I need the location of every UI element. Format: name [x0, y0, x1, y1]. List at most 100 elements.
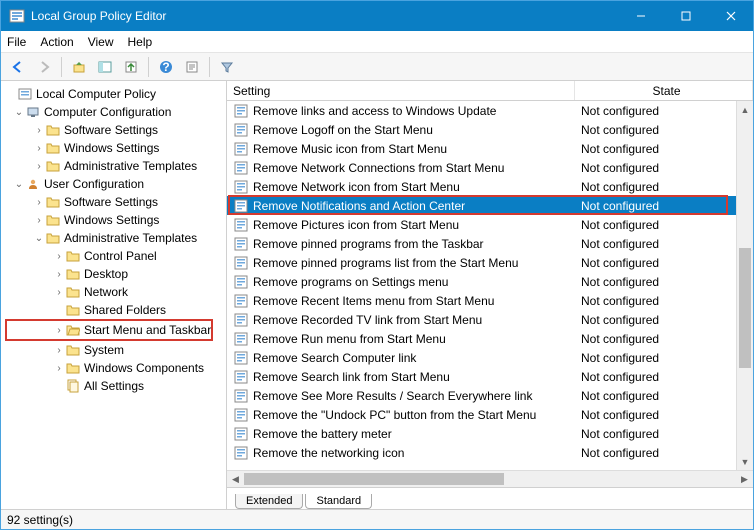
- tree-desktop[interactable]: › Desktop: [5, 265, 226, 283]
- setting-name: Remove Notifications and Action Center: [253, 199, 575, 213]
- list-row[interactable]: Remove See More Results / Search Everywh…: [227, 386, 753, 405]
- tree-software-settings[interactable]: › Software Settings: [5, 121, 226, 139]
- horizontal-scrollbar[interactable]: ◀ ▶: [227, 470, 753, 487]
- tree-twisty[interactable]: ›: [53, 363, 65, 374]
- tree-twisty[interactable]: ⌄: [13, 107, 25, 118]
- tree-twisty[interactable]: ›: [53, 345, 65, 356]
- tree-windows-settings[interactable]: › Windows Settings: [5, 211, 226, 229]
- list-row[interactable]: Remove Network Connections from Start Me…: [227, 158, 753, 177]
- list-row[interactable]: Remove pinned programs from the TaskbarN…: [227, 234, 753, 253]
- filter-button[interactable]: [216, 56, 238, 78]
- toolbar-separator: [148, 57, 149, 77]
- scroll-thumb[interactable]: [739, 248, 751, 368]
- tree-twisty[interactable]: ›: [33, 161, 45, 172]
- tree-admin-templates[interactable]: ⌄ Administrative Templates: [5, 229, 226, 247]
- list-row[interactable]: Remove the battery meterNot configured: [227, 424, 753, 443]
- menu-view[interactable]: View: [88, 35, 114, 49]
- column-state[interactable]: State: [575, 81, 753, 100]
- scroll-track[interactable]: [737, 118, 753, 453]
- scroll-right-arrow[interactable]: ▶: [736, 471, 753, 487]
- scroll-track[interactable]: [244, 471, 736, 487]
- list-row[interactable]: Remove Recorded TV link from Start MenuN…: [227, 310, 753, 329]
- setting-icon: [233, 160, 249, 176]
- setting-state: Not configured: [575, 370, 753, 384]
- scroll-thumb[interactable]: [244, 473, 504, 485]
- tree-twisty[interactable]: ›: [53, 269, 65, 280]
- vertical-scrollbar[interactable]: ▲ ▼: [736, 101, 753, 470]
- tree-root[interactable]: Local Computer Policy: [5, 85, 226, 103]
- tree-comp-config[interactable]: ⌄ Computer Configuration: [5, 103, 226, 121]
- tree-twisty[interactable]: ›: [33, 143, 45, 154]
- tree-twisty[interactable]: ⌄: [13, 179, 25, 190]
- scroll-down-arrow[interactable]: ▼: [737, 453, 753, 470]
- setting-icon: [233, 407, 249, 423]
- tab-standard[interactable]: Standard: [305, 494, 372, 509]
- help-button[interactable]: ?: [155, 56, 177, 78]
- list-row[interactable]: Remove Music icon from Start MenuNot con…: [227, 139, 753, 158]
- column-setting[interactable]: Setting: [227, 81, 575, 100]
- back-button[interactable]: [7, 56, 29, 78]
- list-row[interactable]: Remove the "Undock PC" button from the S…: [227, 405, 753, 424]
- tree-twisty[interactable]: ›: [33, 125, 45, 136]
- tree-shared-folders[interactable]: Shared Folders: [5, 301, 226, 319]
- setting-state: Not configured: [575, 446, 753, 460]
- list-row[interactable]: Remove Search link from Start MenuNot co…: [227, 367, 753, 386]
- tree-twisty[interactable]: ›: [33, 197, 45, 208]
- folder-icon: [65, 342, 81, 358]
- setting-name: Remove the battery meter: [253, 427, 575, 441]
- tree-network[interactable]: › Network: [5, 283, 226, 301]
- setting-name: Remove Logoff on the Start Menu: [253, 123, 575, 137]
- tree-label: Local Computer Policy: [36, 87, 156, 101]
- scroll-left-arrow[interactable]: ◀: [227, 471, 244, 487]
- list-row[interactable]: Remove Recent Items menu from Start Menu…: [227, 291, 753, 310]
- tree-label: Administrative Templates: [64, 231, 197, 245]
- tree-twisty[interactable]: ›: [53, 287, 65, 298]
- tree-twisty[interactable]: ›: [33, 215, 45, 226]
- tree-start-menu-taskbar[interactable]: › Start Menu and Taskbar: [7, 321, 211, 339]
- menu-help[interactable]: Help: [128, 35, 153, 49]
- maximize-button[interactable]: [663, 1, 708, 31]
- list-row[interactable]: Remove the networking iconNot configured: [227, 443, 753, 462]
- setting-state: Not configured: [575, 389, 753, 403]
- tree-control-panel[interactable]: › Control Panel: [5, 247, 226, 265]
- tree-software-settings[interactable]: › Software Settings: [5, 193, 226, 211]
- tab-extended[interactable]: Extended: [235, 494, 303, 509]
- tree-windows-settings[interactable]: › Windows Settings: [5, 139, 226, 157]
- titlebar: Local Group Policy Editor: [1, 1, 753, 31]
- list-row[interactable]: Remove pinned programs list from the Sta…: [227, 253, 753, 272]
- app-icon: [9, 8, 25, 24]
- menu-action[interactable]: Action: [40, 35, 73, 49]
- toolbar: ?: [1, 53, 753, 81]
- folder-icon: [45, 212, 61, 228]
- up-button[interactable]: [68, 56, 90, 78]
- list-row[interactable]: Remove links and access to Windows Updat…: [227, 101, 753, 120]
- scroll-up-arrow[interactable]: ▲: [737, 101, 753, 118]
- menu-file[interactable]: File: [7, 35, 26, 49]
- tree-admin-templates[interactable]: › Administrative Templates: [5, 157, 226, 175]
- tree-twisty[interactable]: ›: [53, 251, 65, 262]
- list-row[interactable]: Remove Logoff on the Start MenuNot confi…: [227, 120, 753, 139]
- tree-twisty[interactable]: ⌄: [33, 233, 45, 244]
- forward-button[interactable]: [33, 56, 55, 78]
- export-list-button[interactable]: [120, 56, 142, 78]
- list-row[interactable]: Remove programs on Settings menuNot conf…: [227, 272, 753, 291]
- minimize-button[interactable]: [618, 1, 663, 31]
- tree-all-settings[interactable]: All Settings: [5, 377, 226, 395]
- list-row[interactable]: Remove Notifications and Action CenterNo…: [227, 196, 753, 215]
- tree-user-config[interactable]: ⌄ User Configuration: [5, 175, 226, 193]
- list-row[interactable]: Remove Search Computer linkNot configure…: [227, 348, 753, 367]
- list-row[interactable]: Remove Network icon from Start MenuNot c…: [227, 177, 753, 196]
- properties-button[interactable]: [181, 56, 203, 78]
- tree-system[interactable]: › System: [5, 341, 226, 359]
- tree-twisty[interactable]: ›: [53, 325, 65, 336]
- setting-state: Not configured: [575, 408, 753, 422]
- setting-icon: [233, 312, 249, 328]
- setting-icon: [233, 350, 249, 366]
- setting-icon: [233, 255, 249, 271]
- tree-highlight: › Start Menu and Taskbar: [5, 319, 213, 341]
- show-hide-tree-button[interactable]: [94, 56, 116, 78]
- list-row[interactable]: Remove Pictures icon from Start MenuNot …: [227, 215, 753, 234]
- list-row[interactable]: Remove Run menu from Start MenuNot confi…: [227, 329, 753, 348]
- tree-windows-components[interactable]: › Windows Components: [5, 359, 226, 377]
- close-button[interactable]: [708, 1, 753, 31]
